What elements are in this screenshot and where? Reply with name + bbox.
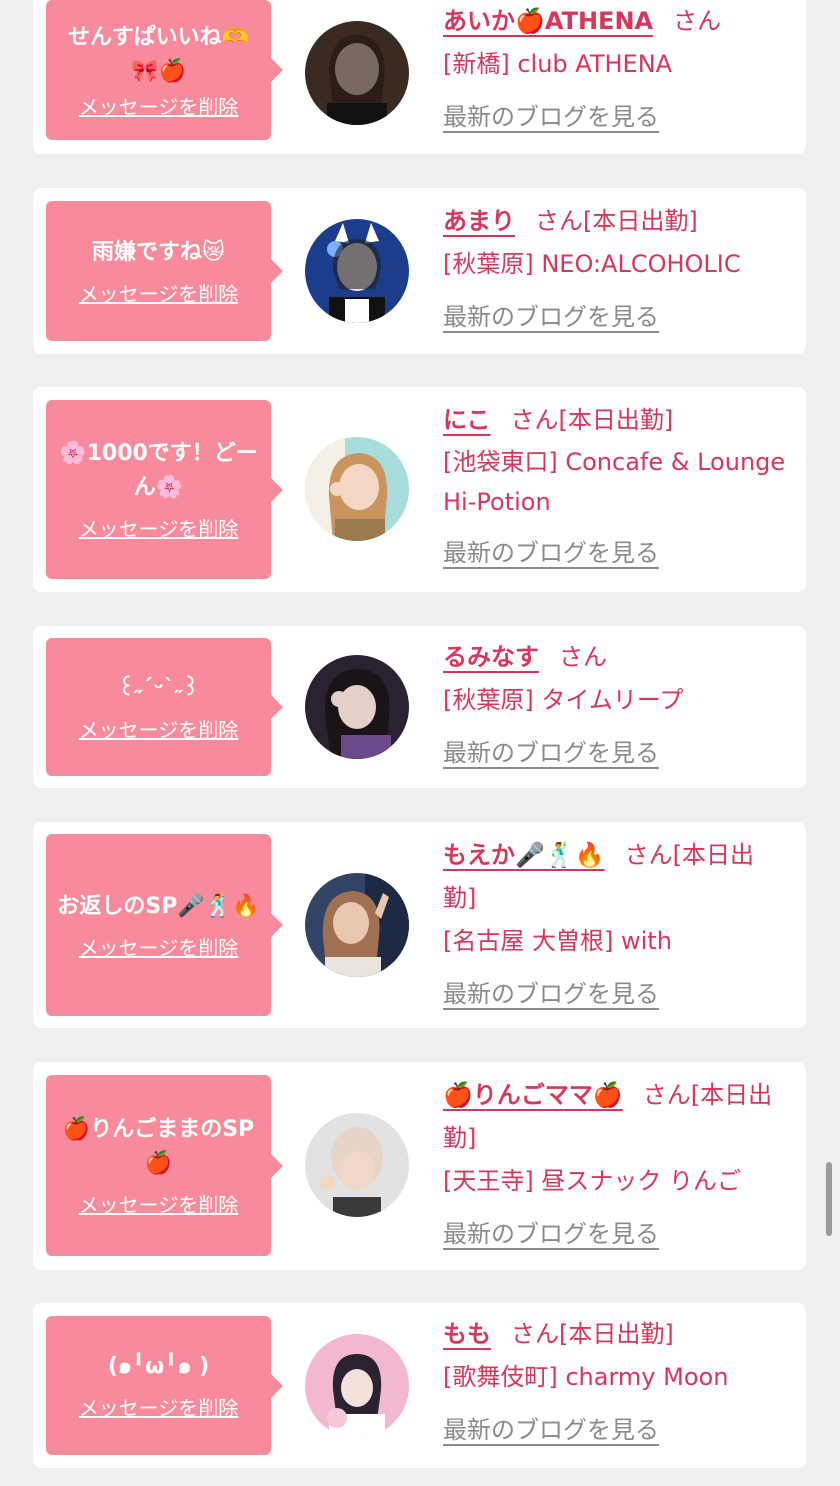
delete-message-link[interactable]: メッセージを削除 (79, 932, 239, 961)
message-text: せんすぱいいね🫶 🎀🍎 (68, 24, 249, 84)
latest-blog-link[interactable]: 最新のブログを見る (443, 1409, 659, 1452)
profile-photo (305, 1334, 409, 1438)
card-info: あまり さん[本日出勤] [秋葉原] NEO:ALCOHOLIC 最新のブログを見… (443, 200, 786, 339)
scrollbar[interactable] (826, 1162, 832, 1236)
cast-name-link[interactable]: あいか🍎ATHENA (443, 7, 653, 35)
list-item: せんすぱいいね🫶 🎀🍎 メッセージを削除 あいか🍎ATHENA さん [新橋] c… (33, 0, 806, 154)
profile-photo (305, 873, 409, 977)
message-text: ꒰˶ˊᵕˋ˶꒱ (117, 675, 200, 701)
cast-name-link[interactable]: るみなす (443, 643, 539, 671)
message-text: 🌸1000です！どーん🌸 (59, 441, 258, 500)
list-item: ꒰˶ˊᵕˋ˶꒱ メッセージを削除 るみなす さん [秋葉原] タイムリープ 最新の… (33, 626, 806, 788)
latest-blog-link[interactable]: 最新のブログを見る (443, 532, 659, 575)
avatar[interactable] (305, 655, 409, 759)
avatar[interactable] (305, 437, 409, 541)
profile-photo (305, 21, 409, 125)
card-info: あいか🍎ATHENA さん [新橋] club ATHENA 最新のブログを見る (443, 0, 786, 139)
honorific: さん (535, 207, 583, 235)
cast-name-link[interactable]: にこ (443, 406, 491, 434)
shop-text: [天王寺] 昼スナック りんご (443, 1167, 741, 1195)
latest-blog-link[interactable]: 最新のブログを見る (443, 1213, 659, 1256)
list-item: 🌸1000です！どーん🌸 メッセージを削除 にこ さん[本日出勤] [池袋東口] … (33, 387, 806, 592)
latest-blog-link[interactable]: 最新のブログを見る (443, 973, 659, 1016)
shop-text: [池袋東口] Concafe & Lounge Hi-Potion (443, 448, 786, 516)
shop-text: [新橋] club ATHENA (443, 50, 673, 78)
avatar[interactable] (305, 1113, 409, 1217)
message-text: 雨嫌ですね😿 (92, 239, 225, 265)
message-bubble: 雨嫌ですね😿 メッセージを削除 (46, 201, 283, 341)
message-text: お返しのSP🎤🕺🔥 (57, 893, 260, 919)
avatar[interactable] (305, 1334, 409, 1438)
message-bubble: お返しのSP🎤🕺🔥 メッセージを削除 (46, 834, 283, 1016)
avatar[interactable] (305, 219, 409, 323)
profile-photo (305, 219, 409, 323)
profile-photo (305, 437, 409, 541)
honorific: さん (673, 7, 722, 35)
attendance-status: [本日出勤] (583, 207, 698, 235)
card-info: るみなす さん [秋葉原] タイムリープ 最新のブログを見る (443, 636, 786, 775)
message-bubble: せんすぱいいね🫶 🎀🍎 メッセージを削除 (46, 0, 283, 140)
message-bubble: 🍎りんごままのSP🍎 メッセージを削除 (46, 1075, 283, 1256)
honorific: さん (559, 643, 607, 671)
latest-blog-link[interactable]: 最新のブログを見る (443, 732, 659, 775)
attendance-status: [本日出勤] (558, 406, 674, 434)
card-info: にこ さん[本日出勤] [池袋東口] Concafe & Lounge Hi-Po… (443, 399, 786, 575)
list-item: 雨嫌ですね😿 メッセージを削除 あまり さん[本日出勤] [秋葉原] NEO:AL… (33, 188, 806, 354)
cast-name-link[interactable]: もも (443, 1320, 491, 1348)
profile-photo (305, 1113, 409, 1217)
message-bubble: 🌸1000です！どーん🌸 メッセージを削除 (46, 400, 283, 579)
cast-name-link[interactable]: 🍎りんごママ🍎 (443, 1081, 623, 1109)
delete-message-link[interactable]: メッセージを削除 (79, 278, 239, 307)
cast-name-link[interactable]: もえか🎤🕺🔥 (443, 841, 605, 869)
card-info: もも さん[本日出勤] [歌舞伎町] charmy Moon 最新のブログを見る (443, 1313, 786, 1452)
message-text: 🍎りんごままのSP🍎 (62, 1117, 255, 1176)
delete-message-link[interactable]: メッセージを削除 (79, 714, 239, 743)
honorific: さん (624, 841, 673, 869)
honorific: さん (642, 1081, 691, 1109)
avatar[interactable] (305, 21, 409, 125)
shop-text: [秋葉原] NEO:ALCOHOLIC (443, 250, 741, 278)
list-item: 🍎りんごままのSP🍎 メッセージを削除 🍎りんごママ🍎 さん[本日出勤] [天王寺… (33, 1062, 806, 1270)
latest-blog-link[interactable]: 最新のブログを見る (443, 296, 659, 339)
avatar[interactable] (305, 873, 409, 977)
delete-message-link[interactable]: メッセージを削除 (79, 1392, 239, 1421)
shop-text: [秋葉原] タイムリープ (443, 686, 684, 714)
honorific: さん (511, 1320, 559, 1348)
shop-text: [名古屋 大曽根] with (443, 927, 672, 955)
delete-message-link[interactable]: メッセージを削除 (79, 91, 239, 120)
profile-photo (305, 655, 409, 759)
list-item: お返しのSP🎤🕺🔥 メッセージを削除 もえか🎤🕺🔥 さん[本日出勤] [名古屋 大… (33, 822, 806, 1028)
message-text: (๑╹ω╹๑ ) (107, 1354, 210, 1379)
honorific: さん (510, 406, 559, 434)
message-bubble: ꒰˶ˊᵕˋ˶꒱ メッセージを削除 (46, 638, 283, 776)
delete-message-link[interactable]: メッセージを削除 (79, 1189, 239, 1218)
cast-name-link[interactable]: あまり (443, 207, 515, 235)
message-bubble: (๑╹ω╹๑ ) メッセージを削除 (46, 1316, 283, 1455)
card-info: 🍎りんごママ🍎 さん[本日出勤] [天王寺] 昼スナック りんご 最新のブログを見… (443, 1074, 786, 1256)
latest-blog-link[interactable]: 最新のブログを見る (443, 96, 659, 139)
card-info: もえか🎤🕺🔥 さん[本日出勤] [名古屋 大曽根] with 最新のブログを見る (443, 834, 786, 1016)
delete-message-link[interactable]: メッセージを削除 (79, 513, 239, 542)
list-item: (๑╹ω╹๑ ) メッセージを削除 もも さん[本日出勤] [歌舞伎町] char… (33, 1303, 806, 1468)
shop-text: [歌舞伎町] charmy Moon (443, 1363, 729, 1391)
attendance-status: [本日出勤] (559, 1320, 674, 1348)
